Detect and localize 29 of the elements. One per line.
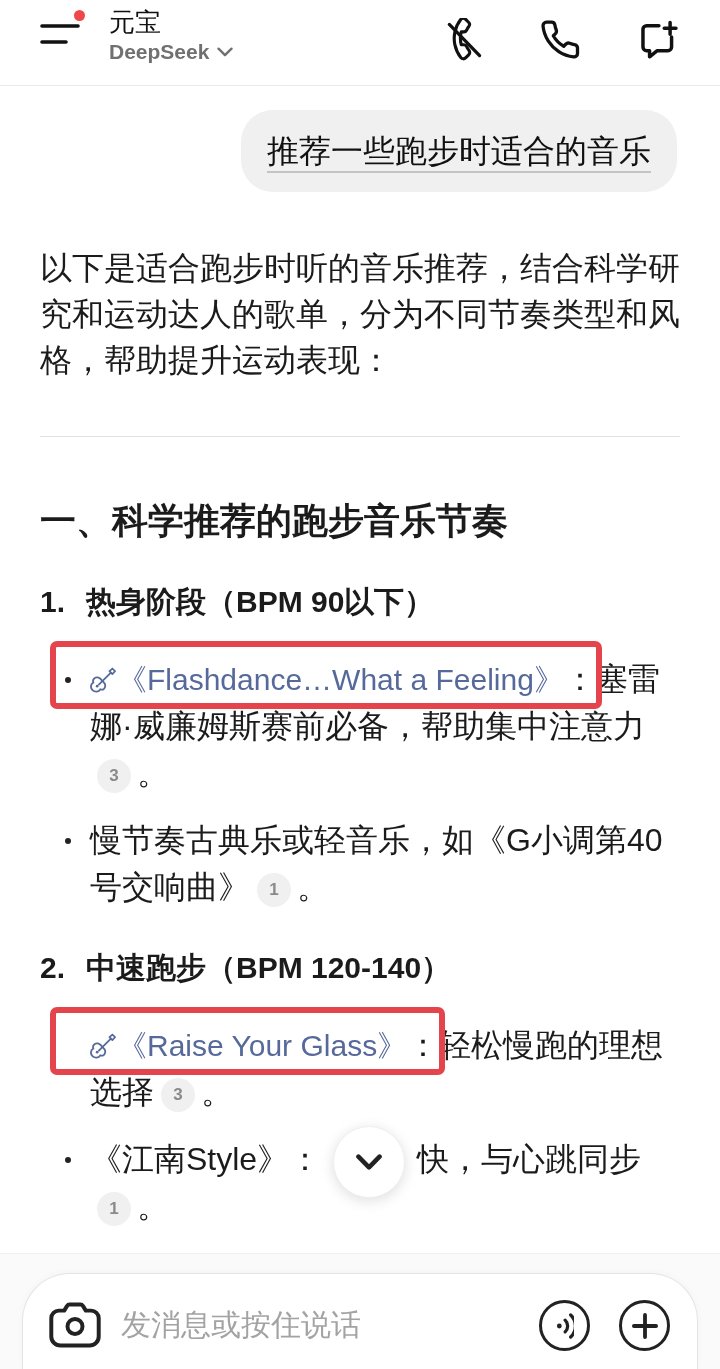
citation-badge[interactable]: 1 bbox=[97, 1191, 131, 1226]
sound-waves-icon bbox=[555, 1312, 574, 1339]
menu-icon bbox=[40, 24, 80, 44]
citation-badge[interactable]: 3 bbox=[161, 1077, 195, 1112]
citation-badge[interactable]: 1 bbox=[257, 872, 291, 907]
model-selector[interactable]: DeepSeek bbox=[109, 38, 234, 66]
list-item-text: 慢节奏古典乐或轻音乐，如《G小调第40号交响曲》 1 。 bbox=[90, 821, 664, 909]
message-input-bar[interactable]: 发消息或按住说话 bbox=[22, 1273, 698, 1369]
camera-icon[interactable] bbox=[49, 1300, 101, 1350]
app-title: 元宝 bbox=[109, 6, 162, 38]
guitar-icon bbox=[90, 667, 116, 693]
menu-button[interactable] bbox=[38, 10, 86, 46]
chevron-down-icon bbox=[217, 47, 234, 57]
list-number: 2. bbox=[40, 950, 67, 986]
song-link[interactable]: 《Raise Your Glass》 bbox=[90, 1029, 408, 1062]
song-link[interactable]: 《Flashdance…What a Feeling》 bbox=[90, 663, 564, 696]
section-heading: 一、科学推荐的跑步音乐节奏 bbox=[40, 499, 509, 543]
user-message-bubble: 推荐一些跑步时适合的音乐 bbox=[241, 110, 677, 192]
subheading: 热身阶段（BPM 90以下） bbox=[86, 584, 435, 620]
citation-badge[interactable]: 3 bbox=[97, 758, 131, 793]
list-item-text: 《江南Style》： 快，与心跳同步 1 。 bbox=[90, 1136, 680, 1230]
plus-icon bbox=[631, 1312, 658, 1339]
subheading: 中速跑步（BPM 120-140） bbox=[86, 950, 452, 986]
list-number: 1. bbox=[40, 584, 67, 620]
guitar-icon bbox=[90, 1033, 116, 1059]
add-button[interactable] bbox=[619, 1300, 670, 1351]
voice-button[interactable] bbox=[539, 1300, 590, 1351]
answer-intro-text: 以下是适合跑步时听的音乐推荐，结合科学研究和运动达人的歌单，分为不同节奏类型和风格，帮助提升运动表现： bbox=[40, 249, 680, 380]
chevron-down-icon bbox=[356, 1153, 383, 1170]
